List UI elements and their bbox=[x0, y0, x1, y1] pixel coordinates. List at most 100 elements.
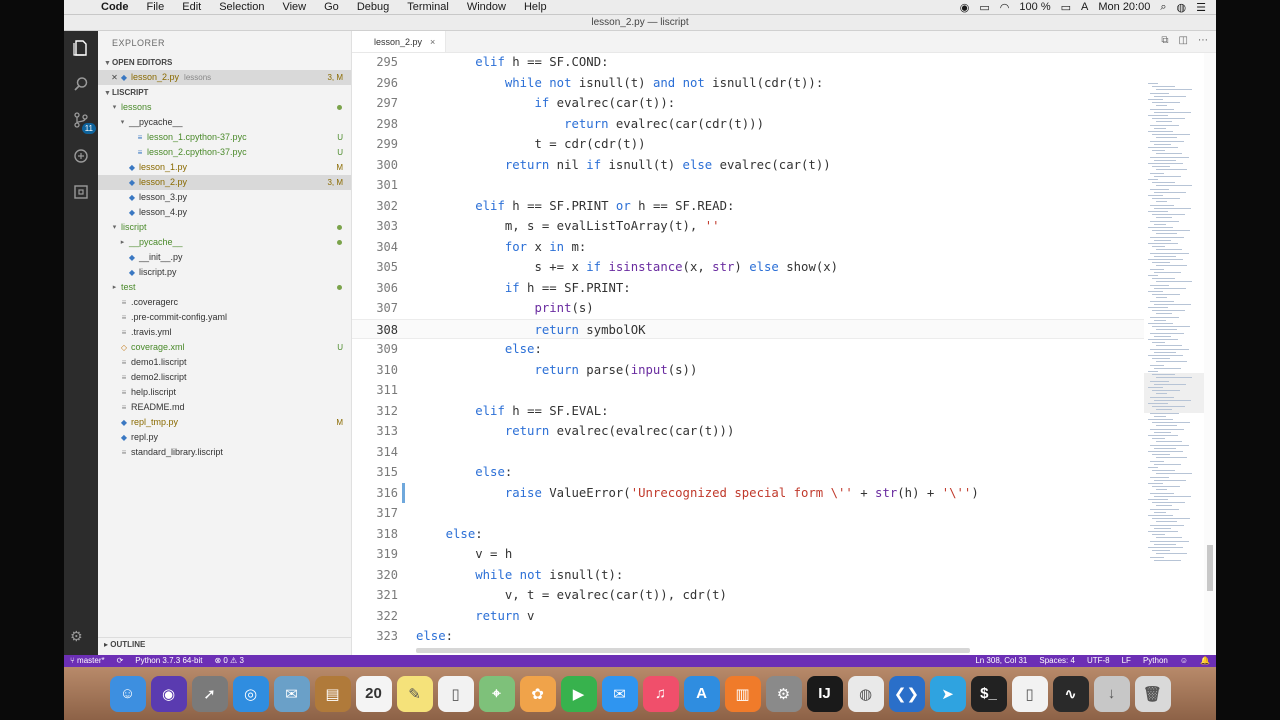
code-line[interactable]: 297 if evalrec(car(t)): bbox=[352, 93, 1144, 114]
menu-app-code[interactable]: Code bbox=[92, 1, 138, 13]
tree-file[interactable]: ≡ help.liscript bbox=[98, 385, 351, 400]
code-line[interactable]: 309 else: bbox=[352, 339, 1144, 360]
code-line[interactable]: 295 elif h == SF.COND: bbox=[352, 53, 1144, 73]
dock-facetime-icon[interactable]: ▶ bbox=[560, 675, 597, 712]
tree-file[interactable]: ≡ standard_library.liscript bbox=[98, 445, 351, 460]
manage-gear-icon[interactable]: ⚙ bbox=[70, 628, 83, 645]
dock-activity-monitor-icon[interactable]: ∿ bbox=[1052, 675, 1089, 712]
code-line[interactable]: 306 if h == SF.PRINT: bbox=[352, 278, 1144, 299]
debug-icon[interactable] bbox=[70, 145, 92, 167]
siri-icon[interactable]: ◍ bbox=[1177, 1, 1187, 14]
code-line[interactable]: 317 bbox=[352, 503, 1144, 524]
dock-trash-icon[interactable]: 🗑 bbox=[1134, 675, 1171, 712]
git-branch[interactable]: ⑂ master* bbox=[64, 655, 111, 667]
dock-launchpad-icon[interactable]: ➚ bbox=[191, 675, 228, 712]
outline-header[interactable]: ▸ OUTLINE bbox=[98, 637, 351, 651]
tree-file[interactable]: ◆ lesson_3.py bbox=[98, 190, 351, 205]
search-icon[interactable] bbox=[70, 73, 92, 95]
code-line[interactable]: 296 while not isnull(t) and not isnull(c… bbox=[352, 73, 1144, 94]
tree-file[interactable]: ◆ __init__.py bbox=[98, 250, 351, 265]
dock-document-icon[interactable]: ▯ bbox=[1011, 675, 1048, 712]
dock-textedit-icon[interactable]: ▯ bbox=[437, 675, 474, 712]
tree-file[interactable]: ≡ .pre-commit-config.yaml bbox=[98, 310, 351, 325]
dock-maps-icon[interactable]: ⌖ bbox=[478, 675, 515, 712]
dock-mail-stamp-icon[interactable]: ✉ bbox=[273, 675, 310, 712]
tree-file[interactable]: ≡ lesson_1.cpython-37.pyc U bbox=[98, 130, 351, 145]
tree-folder[interactable]: ▸ test bbox=[98, 280, 351, 295]
dock-music-icon[interactable]: ♫ bbox=[642, 675, 679, 712]
end-of-line[interactable]: LF bbox=[1116, 655, 1137, 667]
code-line[interactable]: 303 m, s = evalListToArray(t), '' bbox=[352, 216, 1144, 237]
open-editor-item[interactable]: ✕ ◆ lesson_2.py lessons 3, M bbox=[98, 70, 351, 85]
tree-file[interactable]: ◆ lesson_1.py M bbox=[98, 160, 351, 175]
notifications-bell-icon[interactable]: 🔔 bbox=[1194, 655, 1216, 667]
menu-window[interactable]: Window bbox=[458, 1, 515, 13]
code-line[interactable]: 323 else: bbox=[352, 626, 1144, 647]
extensions-icon[interactable] bbox=[70, 181, 92, 203]
menu-help[interactable]: Help bbox=[515, 1, 556, 13]
sync-icon[interactable]: ⟳ bbox=[111, 655, 130, 667]
tree-folder[interactable]: ▾ __pycache__ bbox=[98, 115, 351, 130]
keyboard-input-icon[interactable]: A bbox=[1081, 1, 1088, 13]
menu-go[interactable]: Go bbox=[315, 1, 348, 13]
dock-telegram-icon[interactable]: ➤ bbox=[929, 675, 966, 712]
language-mode[interactable]: Python bbox=[1137, 655, 1174, 667]
dock-downloads-icon[interactable]: ↓ bbox=[1093, 675, 1130, 712]
tree-folder[interactable]: ▸ __pycache__ bbox=[98, 235, 351, 250]
tree-file[interactable]: ◆ liscript.py bbox=[98, 265, 351, 280]
menu-selection[interactable]: Selection bbox=[210, 1, 273, 13]
dock-messages-icon[interactable]: ✉ bbox=[601, 675, 638, 712]
code-line[interactable]: 300 return nil if isnull(t) else evalrec… bbox=[352, 155, 1144, 176]
horizontal-scrollbar[interactable] bbox=[416, 648, 970, 653]
scrollbar-thumb[interactable] bbox=[1207, 545, 1213, 591]
code-line[interactable]: 321 v, t = evalrec(car(t)), cdr(t) bbox=[352, 585, 1144, 606]
code-line[interactable]: 316 raise ValueError('Unrecognized speci… bbox=[352, 482, 1144, 504]
notification-center-icon[interactable]: ☰ bbox=[1196, 1, 1206, 14]
menu-debug[interactable]: Debug bbox=[348, 1, 398, 13]
battery-icon[interactable]: ▭ bbox=[1061, 1, 1071, 14]
clock[interactable]: Mon 20:00 bbox=[1098, 1, 1150, 13]
dock-photos-icon[interactable]: ✿ bbox=[519, 675, 556, 712]
minimap[interactable] bbox=[1144, 53, 1204, 655]
code-line[interactable]: 322 return v bbox=[352, 606, 1144, 627]
vertical-scrollbar[interactable] bbox=[1204, 53, 1216, 655]
tree-file[interactable]: ◆ repl_tmp.py M bbox=[98, 415, 351, 430]
split-editor-icon[interactable]: ◫ bbox=[1179, 35, 1188, 46]
menu-edit[interactable]: Edit bbox=[173, 1, 210, 13]
code-line[interactable]: 301 bbox=[352, 175, 1144, 196]
code-line[interactable]: 305 s += x if isinstance(x, str) else sh… bbox=[352, 257, 1144, 278]
code-line[interactable]: 298 return evalrec(car(cdr(t))) bbox=[352, 114, 1144, 135]
more-actions-icon[interactable]: ⋯ bbox=[1198, 35, 1208, 46]
code-editor[interactable]: 295 elif h == SF.COND: 296 while not isnu… bbox=[352, 53, 1144, 655]
code-line[interactable]: 308 return symbolOK bbox=[352, 318, 1144, 339]
code-line[interactable]: 304 for x in m: bbox=[352, 237, 1144, 258]
python-interpreter[interactable]: Python 3.7.3 64-bit bbox=[129, 655, 208, 667]
tree-file[interactable]: ◆ lesson_2.py 3, M bbox=[98, 175, 351, 190]
tab-lesson-2[interactable]: lesson_2.py × bbox=[352, 31, 447, 52]
code-line[interactable]: 299 t = cdr(cdr(t)) bbox=[352, 134, 1144, 155]
code-line[interactable]: 307 print(s) bbox=[352, 298, 1144, 319]
compare-icon[interactable]: ⧉ bbox=[1161, 35, 1168, 46]
code-line[interactable]: 311 bbox=[352, 380, 1144, 401]
battery-percent[interactable]: 100 % bbox=[1019, 1, 1050, 13]
close-icon[interactable]: × bbox=[430, 37, 435, 47]
tree-file[interactable]: ≡ lesson_2.cpython-37.pyc U bbox=[98, 145, 351, 160]
feedback-smiley-icon[interactable]: ☺ bbox=[1174, 655, 1194, 667]
dock-system-preferences-icon[interactable]: ⚙ bbox=[765, 675, 802, 712]
tree-file[interactable]: ≡ demo2.liscript bbox=[98, 370, 351, 385]
code-line[interactable]: 310 return parse(input(s)) bbox=[352, 360, 1144, 381]
dock-vscode-icon[interactable]: ❮❯ bbox=[888, 675, 925, 712]
dock-notes-brown-icon[interactable]: ▤ bbox=[314, 675, 351, 712]
close-icon[interactable]: ✕ bbox=[110, 70, 119, 85]
dock-siri-icon[interactable]: ◉ bbox=[150, 675, 187, 712]
code-line[interactable]: 302 elif h == SF.PRINT or h == SF.READ: bbox=[352, 196, 1144, 217]
code-line[interactable]: 312 elif h == SF.EVAL: bbox=[352, 401, 1144, 422]
screen-mirror-icon[interactable]: ▭ bbox=[979, 1, 989, 14]
tree-file[interactable]: ◇ coverage.xml U bbox=[98, 340, 351, 355]
code-line[interactable]: 313 return evalrec(evalrec(car(t))) bbox=[352, 421, 1144, 442]
dock-calendar-icon[interactable]: 20 bbox=[355, 675, 392, 712]
menu-file[interactable]: File bbox=[138, 1, 174, 13]
tree-file[interactable]: ◆ repl.py bbox=[98, 430, 351, 445]
project-header[interactable]: ▼LISCRIPT bbox=[98, 85, 351, 100]
code-line[interactable]: 319 v = h bbox=[352, 544, 1144, 565]
